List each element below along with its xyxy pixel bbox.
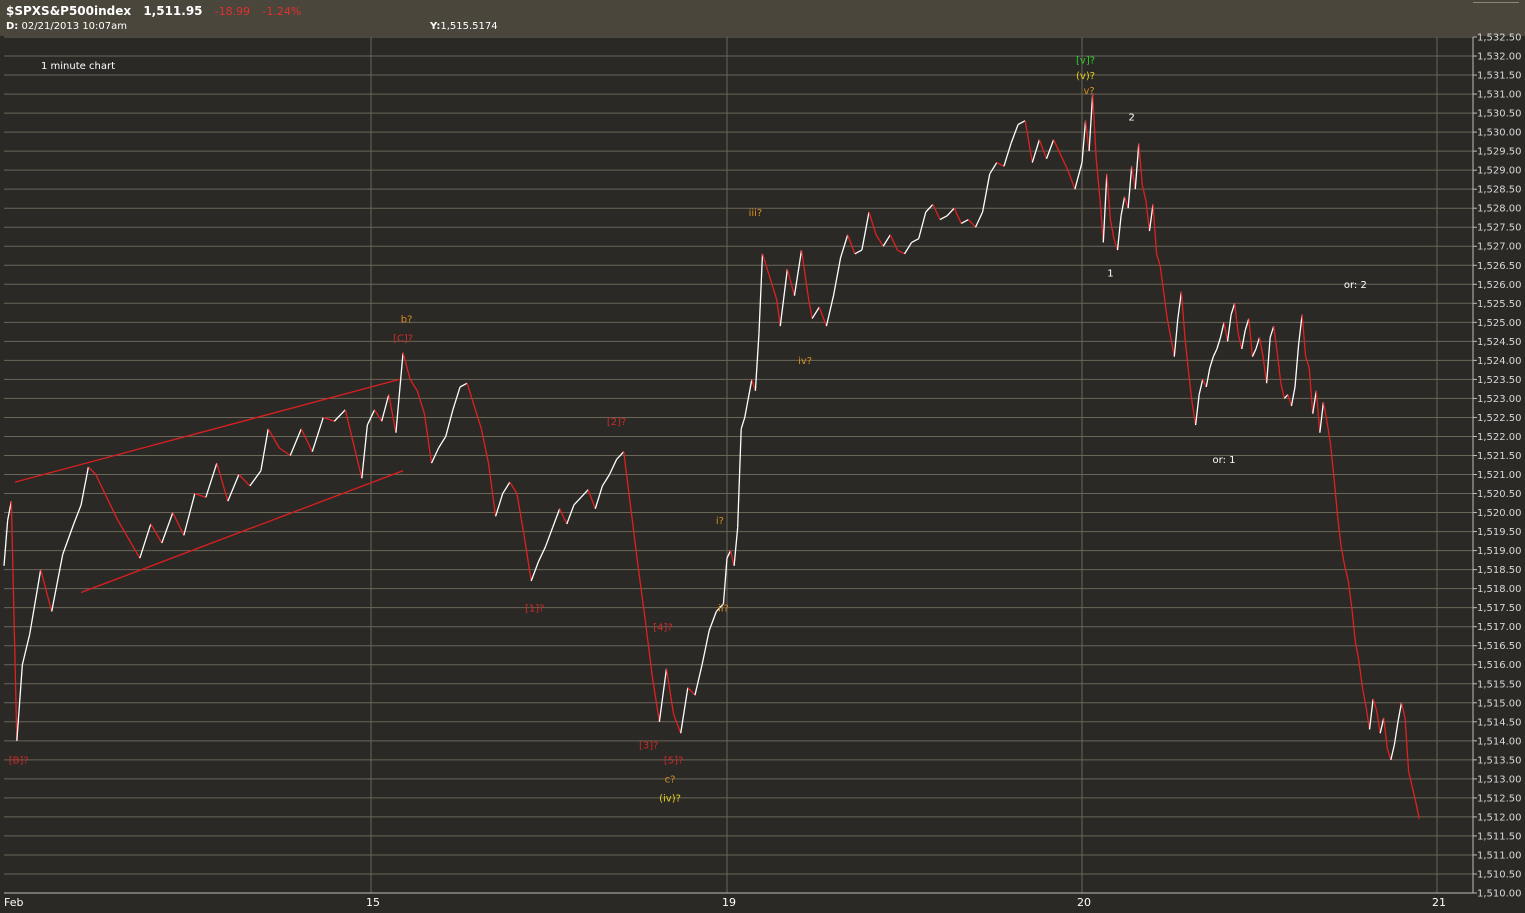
- y-tick-label: 1,530.00: [1477, 128, 1522, 139]
- wave-label: [B]?: [9, 756, 29, 767]
- wave-label: ii?: [718, 603, 729, 614]
- wave-label: v?: [1083, 86, 1094, 97]
- y-tick-label: 1,526.50: [1477, 261, 1522, 272]
- wave-label: [4]?: [653, 622, 672, 633]
- wave-label: or: 1: [1213, 455, 1236, 466]
- x-tick-label: 15: [366, 896, 380, 909]
- wave-label: b?: [401, 314, 413, 325]
- wave-label: [C]?: [393, 333, 413, 344]
- y-tick-label: 1,518.00: [1477, 584, 1522, 595]
- y-tick-label: 1,510.00: [1477, 889, 1522, 900]
- price-chart[interactable]: 1,510.00 1,510.50 1,511.00 1,511.50 1,512.00…: [0, 0, 1525, 913]
- wave-label: [2]?: [607, 417, 626, 428]
- y-tick-label: 1,527.50: [1477, 223, 1522, 234]
- y-tick-label: 1,511.00: [1477, 850, 1522, 861]
- y-tick-label: 1,518.50: [1477, 565, 1522, 576]
- y-tick-label: 1,531.50: [1477, 71, 1522, 82]
- wave-label: [1]?: [525, 603, 544, 614]
- y-tick-label: 1,521.00: [1477, 470, 1522, 481]
- y-tick-label: 1,512.50: [1477, 793, 1522, 804]
- y-tick-label: 1,516.50: [1477, 641, 1522, 652]
- x-tick-label: Feb: [4, 896, 23, 909]
- y-tick-label: 1,523.50: [1477, 375, 1522, 386]
- wave-label: [5]?: [664, 756, 683, 767]
- y-tick-label: 1,519.50: [1477, 527, 1522, 538]
- y-tick-label: 1,513.00: [1477, 774, 1522, 785]
- y-tick-label: 1,522.00: [1477, 432, 1522, 443]
- y-tick-label: 1,528.50: [1477, 185, 1522, 196]
- y-tick-label: 1,532.00: [1477, 52, 1522, 63]
- y-tick-label: 1,514.00: [1477, 736, 1522, 747]
- wave-label: (v)?: [1076, 71, 1095, 82]
- y-tick-label: 1,520.00: [1477, 508, 1522, 519]
- y-tick-label: 1,529.50: [1477, 147, 1522, 158]
- y-tick-label: 1,523.00: [1477, 394, 1522, 405]
- wave-label: iii?: [749, 208, 763, 219]
- y-tick-label: 1,530.50: [1477, 109, 1522, 120]
- wave-label: c?: [665, 775, 676, 786]
- y-tick-label: 1,532.50: [1477, 33, 1522, 44]
- x-tick-label: 21: [1432, 896, 1446, 909]
- y-tick-label: 1,528.00: [1477, 204, 1522, 215]
- y-tick-label: 1,529.00: [1477, 166, 1522, 177]
- wave-label: or: 2: [1344, 280, 1367, 291]
- y-tick-label: 1,521.50: [1477, 451, 1522, 462]
- y-tick-label: 1,510.50: [1477, 869, 1522, 880]
- y-tick-label: 1,522.50: [1477, 413, 1522, 424]
- y-tick-label: 1,515.00: [1477, 698, 1522, 709]
- x-tick-label: 19: [722, 896, 736, 909]
- y-tick-label: 1,511.50: [1477, 831, 1522, 842]
- y-tick-label: 1,513.50: [1477, 755, 1522, 766]
- y-tick-label: 1,524.50: [1477, 337, 1522, 348]
- y-tick-label: 1,519.00: [1477, 546, 1522, 557]
- chart-title: 1 minute chart: [41, 61, 115, 72]
- y-tick-label: 1,515.50: [1477, 679, 1522, 690]
- wave-label: [v]?: [1076, 56, 1095, 67]
- y-tick-label: 1,520.50: [1477, 489, 1522, 500]
- y-tick-label: 1,517.00: [1477, 622, 1522, 633]
- y-tick-label: 1,514.50: [1477, 717, 1522, 728]
- x-tick-label: 20: [1077, 896, 1091, 909]
- wave-label: [3]?: [639, 740, 658, 751]
- y-tick-label: 1,516.00: [1477, 660, 1522, 671]
- y-tick-label: 1,512.00: [1477, 812, 1522, 823]
- y-tick-label: 1,517.50: [1477, 603, 1522, 614]
- y-tick-label: 1,525.50: [1477, 299, 1522, 310]
- wave-label: (iv)?: [659, 794, 681, 805]
- chart-window: $SPXS&P500index 1,511.95 -18.99 -1.24% D…: [0, 0, 1525, 913]
- wave-label: 1: [1107, 269, 1113, 280]
- y-tick-label: 1,525.00: [1477, 318, 1522, 329]
- y-tick-label: 1,526.00: [1477, 280, 1522, 291]
- wave-label: i?: [716, 516, 724, 527]
- plot-area: [4, 37, 1473, 893]
- wave-label: iv?: [798, 356, 812, 367]
- y-tick-label: 1,527.00: [1477, 242, 1522, 253]
- wave-label: 2: [1129, 113, 1135, 124]
- y-tick-label: 1,524.00: [1477, 356, 1522, 367]
- y-tick-label: 1,531.00: [1477, 90, 1522, 101]
